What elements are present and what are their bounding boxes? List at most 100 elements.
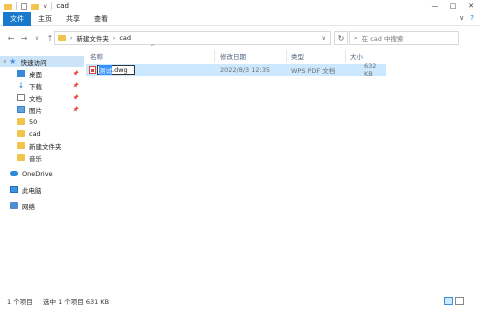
column-header-type[interactable]: 类型	[291, 50, 304, 62]
properties-icon[interactable]	[21, 2, 27, 10]
pin-icon: 📌	[72, 82, 79, 89]
nav-item-label: 图片	[29, 106, 42, 115]
nav-item-label: 音乐	[29, 154, 42, 163]
divider	[16, 2, 17, 10]
column-header-size[interactable]: 大小	[350, 50, 363, 62]
search-icon: ⌕	[354, 33, 358, 42]
minimize-button[interactable]: —	[426, 0, 444, 12]
large-icons-view-button[interactable]	[455, 297, 464, 305]
close-button[interactable]: ✕	[462, 0, 480, 12]
nav-item-this-pc[interactable]: 此电脑	[0, 184, 84, 195]
pin-icon: 📌	[72, 94, 79, 101]
folder-icon	[4, 2, 12, 10]
refresh-button[interactable]: ↻	[334, 31, 348, 45]
nav-item-label: 新建文件夹	[29, 142, 62, 151]
nav-item-label: 快速访问	[20, 58, 47, 67]
column-divider[interactable]	[286, 50, 287, 62]
nav-item-network[interactable]: 网络	[0, 200, 84, 211]
pin-icon: 📌	[72, 70, 79, 77]
window-controls: — □ ✕	[426, 0, 480, 12]
chevron-right-icon[interactable]: ›	[113, 35, 115, 42]
nav-item-label: 50	[29, 117, 38, 126]
nav-item-folder-50[interactable]: 50	[0, 116, 84, 127]
download-icon: ↓	[17, 81, 25, 90]
tab-home[interactable]: 主页	[31, 12, 59, 26]
nav-item-label: 此电脑	[22, 186, 42, 195]
computer-icon	[10, 186, 18, 193]
nav-item-desktop[interactable]: 桌面 📌	[0, 68, 84, 79]
file-row[interactable]: 测试 .dwg 2022/8/3 12:35 WPS PDF 文档 632 KB	[86, 62, 386, 78]
pin-icon: 📌	[72, 106, 79, 113]
recent-locations-dropdown[interactable]: ∨	[32, 35, 42, 42]
star-icon: ★	[9, 57, 17, 66]
details-view-button[interactable]	[444, 297, 453, 305]
rename-input[interactable]: 测试 .dwg	[97, 65, 135, 75]
chevron-down-icon[interactable]: ∨	[3, 59, 7, 65]
nav-item-label: 下载	[29, 82, 42, 91]
divider	[51, 2, 53, 10]
nav-item-new-folder[interactable]: 新建文件夹	[0, 140, 84, 151]
search-input[interactable]: ⌕ 在 cad 中搜索	[349, 31, 459, 45]
tab-share[interactable]: 共享	[59, 12, 87, 26]
folder-icon	[58, 35, 66, 41]
window-title: cad	[56, 2, 69, 10]
nav-item-label: cad	[29, 129, 41, 138]
network-icon	[10, 202, 18, 209]
nav-item-downloads[interactable]: ↓ 下载 📌	[0, 80, 84, 91]
cloud-icon	[10, 171, 18, 176]
chevron-right-icon[interactable]: ›	[70, 35, 72, 42]
picture-icon	[17, 106, 25, 113]
nav-item-music[interactable]: 音乐	[0, 152, 84, 163]
navigation-buttons: ← → ∨ ↑	[0, 34, 56, 43]
tab-view[interactable]: 查看	[87, 12, 115, 26]
folder-icon	[17, 130, 25, 137]
ribbon-tabs: 文件 主页 共享 查看 ∨ ?	[0, 11, 480, 26]
file-modified: 2022/8/3 12:35	[220, 66, 270, 74]
chevron-down-icon[interactable]: ∨	[459, 14, 464, 22]
folder-icon	[17, 142, 25, 149]
ribbon-controls: ∨ ?	[459, 14, 474, 22]
rename-extension-text: .dwg	[112, 66, 128, 74]
breadcrumb-item[interactable]: cad	[119, 34, 131, 42]
maximize-button[interactable]: □	[444, 0, 462, 12]
nav-item-pictures[interactable]: 图片 📌	[0, 104, 84, 115]
folder-icon	[17, 118, 25, 125]
help-icon[interactable]: ?	[470, 14, 474, 22]
column-divider[interactable]	[214, 50, 215, 62]
pdf-file-icon	[89, 66, 96, 74]
forward-button[interactable]: →	[19, 34, 29, 43]
nav-item-quick-access[interactable]: ∨ ★ 快速访问	[0, 56, 84, 67]
nav-item-onedrive[interactable]: OneDrive	[0, 168, 84, 179]
nav-item-label: 文档	[29, 94, 42, 103]
column-header-modified[interactable]: 修改日期	[220, 50, 246, 62]
back-button[interactable]: ←	[6, 34, 16, 43]
nav-item-folder-cad[interactable]: cad	[0, 128, 84, 139]
nav-item-label: 桌面	[29, 70, 42, 79]
folder-icon	[17, 154, 25, 161]
nav-item-label: OneDrive	[22, 169, 53, 178]
address-bar[interactable]: › 新建文件夹 › cad ∨	[54, 31, 331, 45]
status-bar: 1 个项目 选中 1 个项目 631 KB	[0, 294, 480, 308]
quick-access-toolbar: ∨	[0, 0, 53, 12]
document-icon	[17, 94, 25, 101]
address-row: ← → ∨ ↑ › 新建文件夹 › cad ∨ ↻ ⌕ 在 cad 中搜索	[0, 30, 480, 46]
nav-item-documents[interactable]: 文档 📌	[0, 92, 84, 103]
desktop-icon	[17, 70, 25, 77]
search-placeholder: 在 cad 中搜索	[361, 35, 404, 43]
new-folder-icon[interactable]	[31, 2, 39, 10]
navigation-pane: ∨ ★ 快速访问 桌面 📌 ↓ 下载 📌 文档 📌 图片 📌 50 cad 新建…	[0, 54, 84, 288]
column-headers: 名称 修改日期 类型 大小	[86, 50, 386, 62]
breadcrumb-item[interactable]: 新建文件夹	[76, 33, 109, 43]
column-header-name[interactable]: 名称	[90, 50, 103, 62]
column-divider[interactable]	[345, 50, 346, 62]
status-selection: 选中 1 个项目 631 KB	[43, 298, 110, 306]
rename-selected-text: 测试	[99, 65, 112, 75]
view-toggle	[444, 297, 464, 305]
title-bar: ∨ cad — □ ✕	[0, 0, 480, 12]
nav-item-label: 网络	[22, 202, 35, 211]
status-item-count: 1 个项目	[7, 298, 33, 306]
address-dropdown-icon[interactable]: ∨	[322, 35, 326, 42]
tab-file[interactable]: 文件	[3, 11, 31, 26]
file-type: WPS PDF 文档	[291, 67, 336, 75]
customize-dropdown-icon[interactable]: ∨	[43, 3, 47, 10]
